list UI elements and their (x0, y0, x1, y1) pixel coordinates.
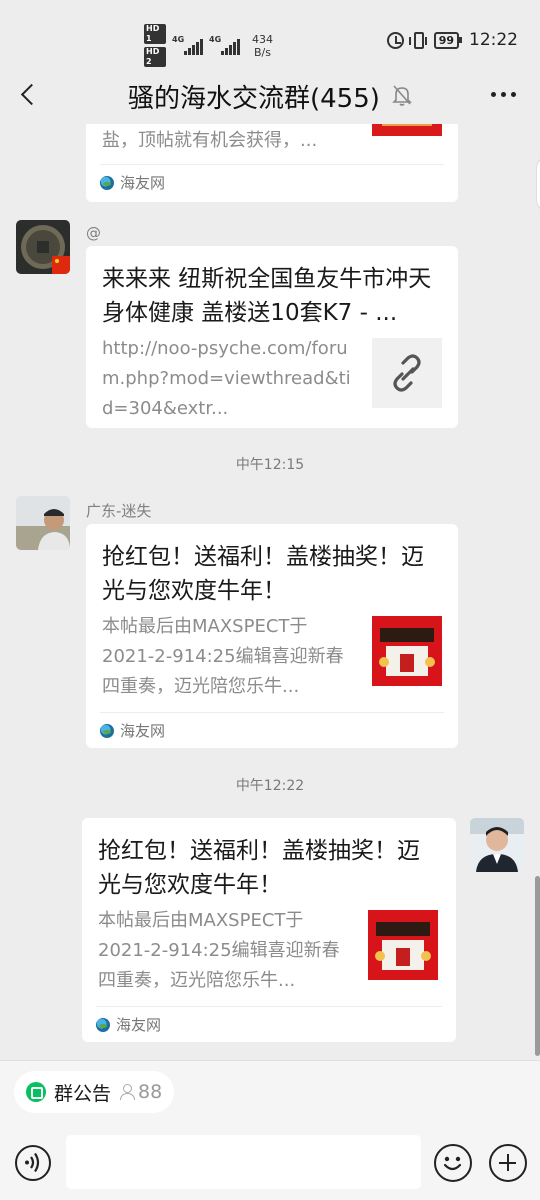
member-count-value: 88 (138, 1081, 163, 1103)
input-bar (0, 1124, 540, 1200)
link-card[interactable]: 抢红包！送福利！盖楼抽奖！迈光与您欢度牛年！ 本帖最后由MAXSPECT于202… (86, 524, 458, 748)
message-input[interactable] (66, 1135, 421, 1189)
link-card-footer: 海友网 (100, 164, 444, 200)
notice-icon (26, 1082, 46, 1102)
person-icon (119, 1083, 136, 1101)
voice-input-button[interactable] (15, 1145, 51, 1181)
hd-top-label: HD 1 (144, 24, 166, 44)
link-card-source: 海友网 (120, 722, 166, 740)
system-status: 99 12:22 (386, 30, 518, 50)
clock: 12:22 (469, 30, 518, 50)
link-card-footer: 海友网 (100, 712, 444, 748)
signal-1-icon: 4G (172, 34, 203, 55)
message-timestamp: 中午12:15 (235, 457, 305, 473)
link-card-title: 抢红包！送福利！盖楼抽奖！迈光与您欢度牛年！ (102, 544, 424, 604)
link-card-thumbnail (372, 338, 442, 408)
network-status: HD 1 HD 2 4G 4G 434 B/s (144, 24, 273, 67)
voice-icon (25, 1152, 40, 1173)
battery-icon: 99 (433, 31, 463, 49)
emoji-button[interactable] (434, 1144, 472, 1182)
link-card-thumbnail (368, 910, 438, 980)
link-card-description: http://noo-psyche.com/forum.php?mod=view… (102, 338, 351, 419)
link-card-title: 抢红包！送福利！盖楼抽奖！迈光与您欢度牛年！ (98, 838, 420, 898)
link-card-title: 来来来 纽斯祝全国鱼友牛市冲天 身体健康 盖楼送10套K7 - ... (102, 266, 432, 326)
muted-bell-icon (392, 85, 412, 106)
link-card[interactable]: 抢红包！送福利！盖楼抽奖！迈光与您欢度牛年！ 本帖最后由MAXSPECT于202… (82, 818, 456, 1042)
my-avatar[interactable] (470, 818, 524, 872)
scrollbar[interactable] (535, 876, 540, 1056)
more-actions-button[interactable] (489, 1144, 527, 1182)
link-card-thumbnail (372, 616, 442, 686)
speed-value: 434 (252, 32, 273, 46)
chat-header: 骚的海水交流群(455) (0, 68, 540, 124)
group-notice-button[interactable]: 群公告 88 (14, 1071, 175, 1113)
link-card-thumbnail (372, 124, 442, 136)
notice-bar: 群公告 88 (0, 1060, 540, 1124)
chat-title: 骚的海水交流群(455) (128, 84, 380, 114)
link-icon (393, 354, 421, 392)
network-type-2: 4G (209, 34, 222, 44)
group-notice-label: 群公告 (54, 1082, 112, 1105)
hd-indicator: HD 1 HD 2 (144, 24, 166, 67)
link-card-description: 本帖最后由MAXSPECT于2021-2-914:25编辑喜迎新春四重奏，迈光陪… (102, 616, 344, 697)
smile-icon (443, 1156, 462, 1171)
avatar[interactable] (16, 496, 70, 550)
network-speed: 434 B/s (252, 33, 273, 59)
link-card[interactable]: 来来来 纽斯祝全国鱼友牛市冲天 身体健康 盖楼送10套K7 - ... http… (86, 246, 458, 428)
link-card-source: 海友网 (116, 1016, 162, 1034)
vibrate-icon (408, 31, 427, 49)
member-count: 88 (119, 1081, 162, 1103)
hd-bottom-label: HD 2 (144, 47, 166, 67)
link-card-description: 本帖最后由MAXSPECT于2021-2-914:25编辑喜迎新春四重奏，迈光陪… (98, 910, 340, 991)
site-logo-icon (100, 175, 114, 190)
status-bar: HD 1 HD 2 4G 4G 434 B/s 99 12:22 (0, 0, 540, 68)
alarm-icon (386, 31, 404, 49)
message-timestamp: 中午12:22 (235, 778, 305, 794)
more-icon[interactable] (491, 92, 516, 97)
partial-avatar[interactable] (536, 154, 540, 214)
chat-message-list[interactable]: 盐，顶帖就有机会获得，... 海友网 @ 来来来 纽斯祝全国鱼友牛市冲天 身体健… (0, 124, 540, 1060)
back-arrow-icon[interactable] (18, 84, 40, 106)
signal-2-icon: 4G (209, 34, 240, 55)
avatar[interactable] (16, 220, 70, 274)
network-type-1: 4G (172, 34, 185, 44)
site-logo-icon (100, 723, 114, 738)
link-card-source: 海友网 (120, 174, 166, 192)
link-card-description: 盐，顶帖就有机会获得，... (102, 130, 318, 151)
sender-name: 广东-迷失 (86, 502, 152, 520)
sender-name: @ (86, 224, 101, 242)
link-card-footer: 海友网 (96, 1006, 442, 1042)
speed-unit: B/s (254, 45, 271, 59)
site-logo-icon (96, 1017, 110, 1032)
link-card[interactable]: 盐，顶帖就有机会获得，... 海友网 (86, 124, 458, 202)
